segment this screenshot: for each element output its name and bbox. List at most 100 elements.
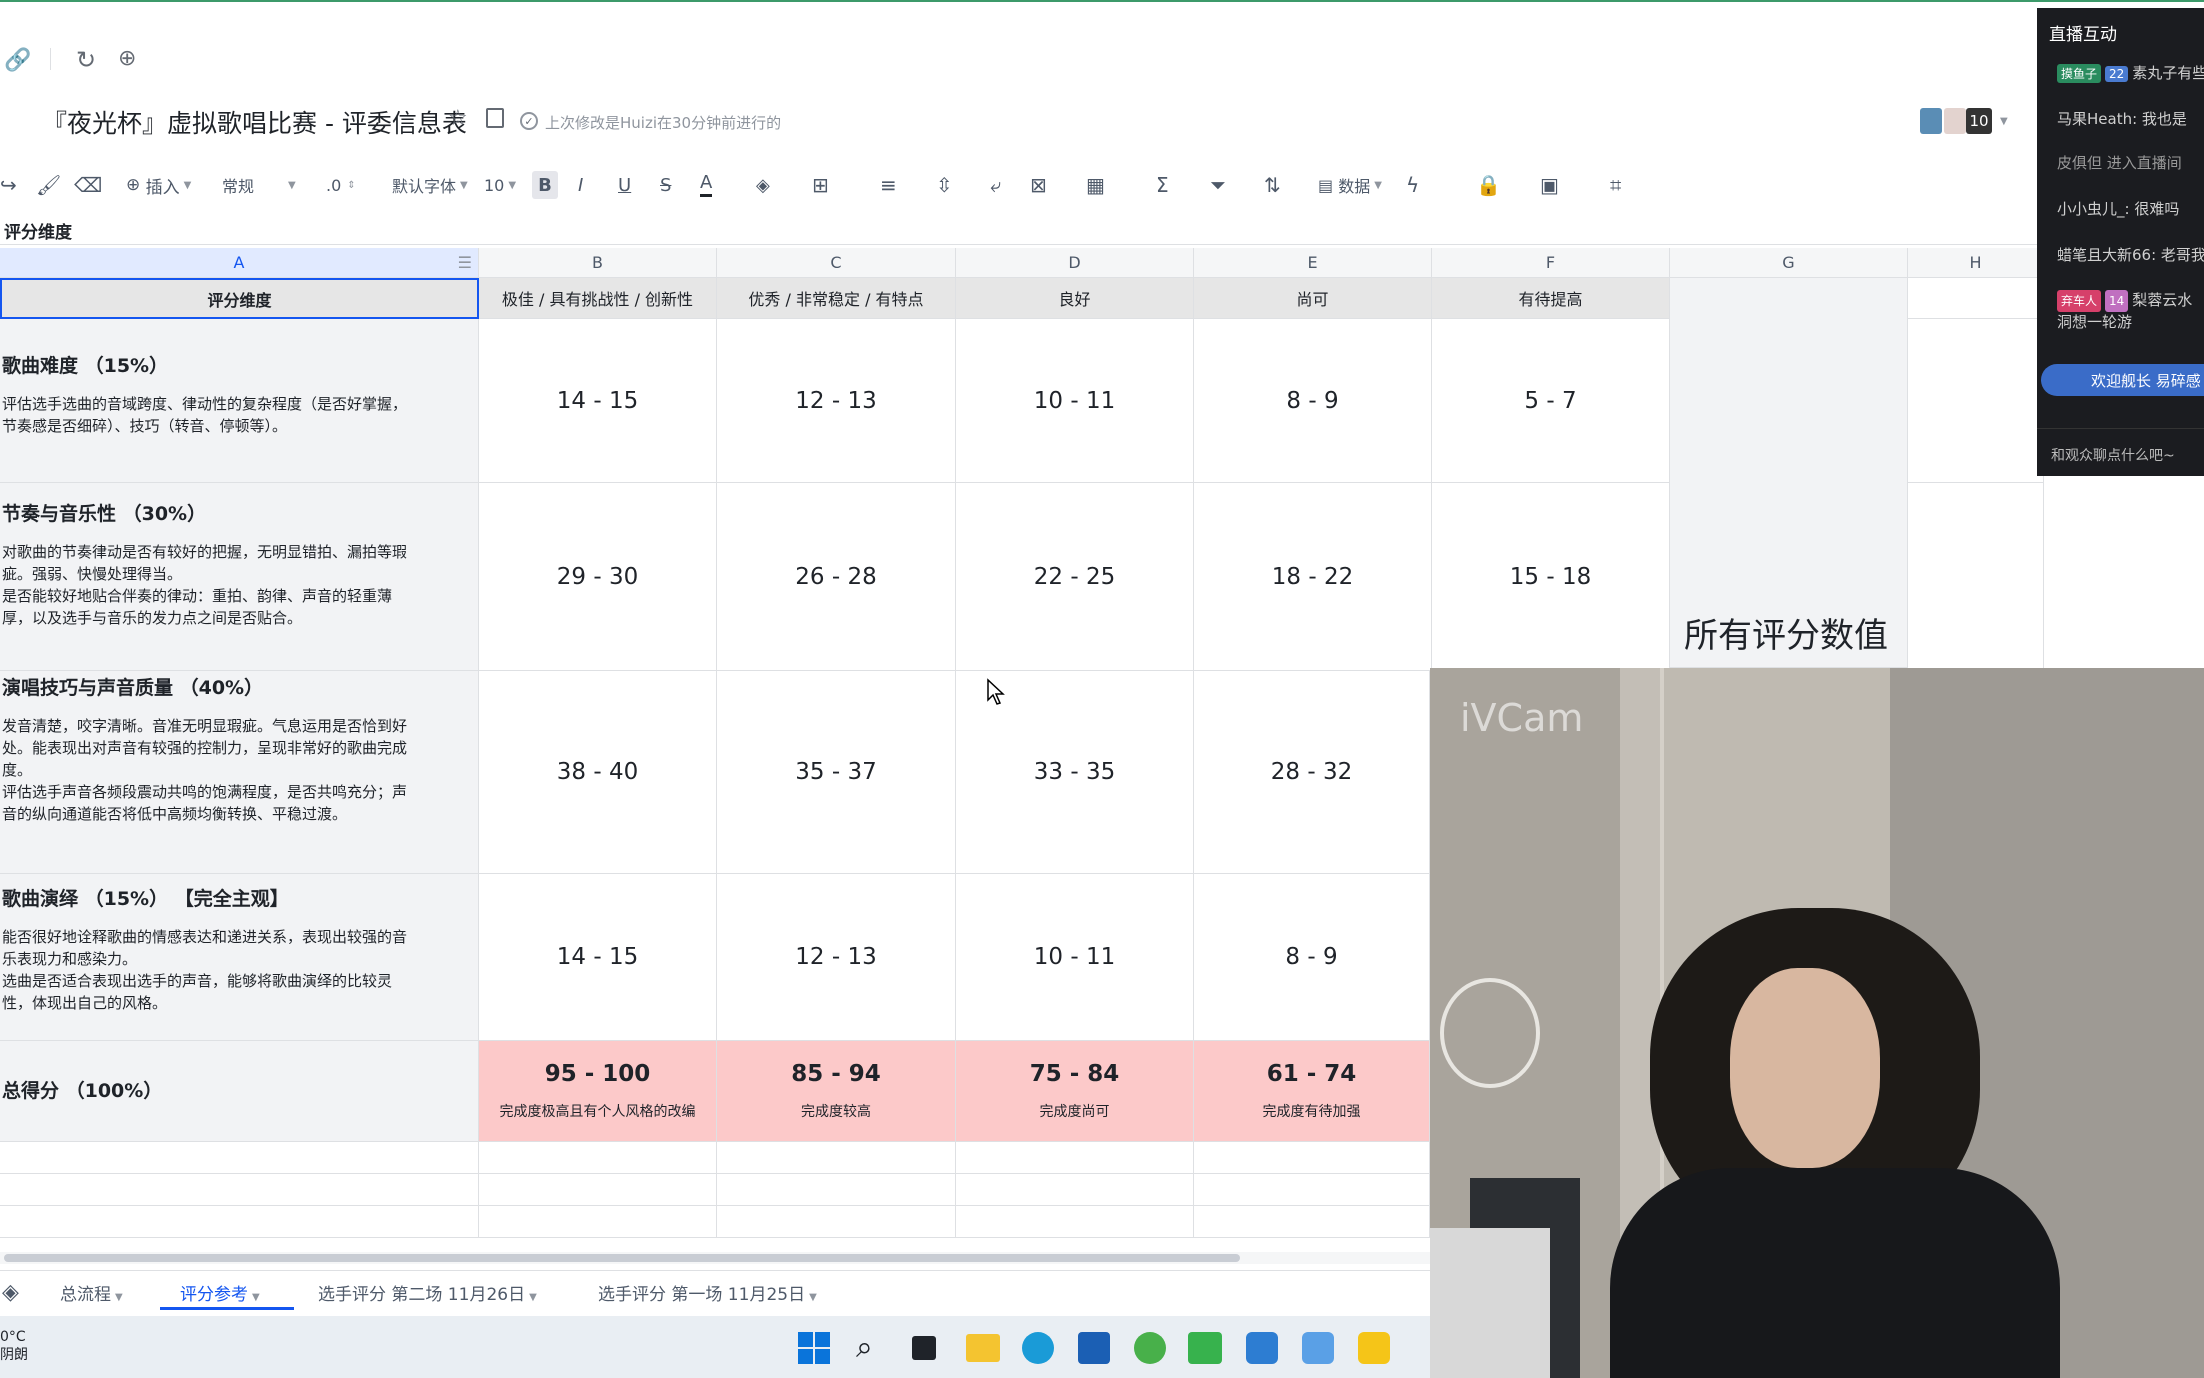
app-icon[interactable] [1246,1332,1278,1364]
score-cell[interactable]: 38 - 40 [479,671,717,874]
conditional-format-icon[interactable]: ▦ [1086,171,1105,199]
column-header-c[interactable]: C [717,248,956,278]
border-icon[interactable]: ⊞ [812,171,829,199]
empty-cell[interactable] [717,1142,956,1174]
sheet-tab-round-two[interactable]: 选手评分 第二场 11月26日 ▼ [318,1280,537,1305]
criteria-cell[interactable]: 歌曲难度 （15%） 评估选手选曲的音域跨度、律动性的复杂程度（是否好掌握， 节… [0,319,479,483]
font-family-select[interactable]: 默认字体 ▼ [392,171,468,199]
sheet-tab-scoring-reference[interactable]: 评分参考 ▼ [180,1280,260,1305]
task-view-icon[interactable] [912,1336,936,1360]
empty-cell[interactable] [0,1206,479,1238]
chat-input[interactable]: 和观众聊点什么吧~ [2037,428,2204,476]
align-icon[interactable]: ≡ [880,171,897,199]
settings-icon[interactable] [1302,1332,1334,1364]
column-header-b[interactable]: B [479,248,717,278]
total-cell[interactable]: 85 - 94 完成度较高 [717,1041,956,1142]
filter-icon[interactable]: ⏷ [1210,171,1226,199]
bookmark-icon[interactable] [486,108,504,128]
wrap-text-icon[interactable]: ⤶ [990,171,1001,199]
app-icon[interactable] [1134,1332,1166,1364]
total-criteria-cell[interactable]: 总得分 （100%） [0,1041,479,1142]
empty-cell[interactable] [1194,1142,1430,1174]
weather-widget[interactable]: 0°C 阴朗 [0,1328,28,1364]
column-header-g[interactable]: G [1670,248,1908,278]
empty-cell[interactable] [717,1174,956,1206]
empty-cell[interactable] [1194,1174,1430,1206]
empty-cell[interactable] [956,1174,1194,1206]
sheet-tab-round-one[interactable]: 选手评分 第一场 11月25日 ▼ [598,1280,817,1305]
link-icon[interactable]: 🔗 [4,48,31,73]
sum-icon[interactable]: Σ [1156,171,1169,199]
score-cell[interactable]: 12 - 13 [717,874,956,1041]
redo-icon[interactable]: ↪ [0,171,17,199]
score-cell[interactable]: 14 - 15 [479,874,717,1041]
score-cell[interactable]: 15 - 18 [1432,483,1670,671]
score-cell[interactable]: 8 - 9 [1194,319,1432,483]
score-cell[interactable]: 18 - 22 [1194,483,1432,671]
format-painter-icon[interactable]: 🖌 [36,171,61,199]
avatar[interactable] [1944,108,1966,134]
document-title[interactable]: 『夜光杯』虚拟歌唱比赛 - 评委信息表 [42,104,467,140]
header-cell-fair[interactable]: 尚可 [1194,278,1432,319]
sort-icon[interactable]: ⇅ [1264,171,1281,199]
store-icon[interactable] [1078,1332,1110,1364]
horizontal-scrollbar-thumb[interactable] [4,1254,1240,1262]
empty-cell[interactable] [479,1174,717,1206]
italic-button[interactable]: I [578,171,583,199]
merge-cells-icon[interactable]: ⊠ [1030,171,1047,199]
empty-cell[interactable] [479,1206,717,1238]
total-cell[interactable]: 75 - 84 完成度尚可 [956,1041,1194,1142]
sheet-list-icon[interactable]: ◈ [2,1280,19,1305]
globe-icon[interactable]: ⊕ [118,46,136,71]
formula-bar-content[interactable]: 评分维度 [4,218,72,243]
empty-cell[interactable] [0,1174,479,1206]
vertical-align-icon[interactable]: ⇳ [936,171,953,199]
text-color-button[interactable]: A [700,171,713,197]
edge-browser-icon[interactable] [1022,1332,1054,1364]
empty-cell[interactable] [1908,319,2044,483]
column-header-d[interactable]: D [956,248,1194,278]
star-icon[interactable]: ☆ [448,106,468,131]
app-icon[interactable] [1358,1332,1390,1364]
score-cell[interactable]: 29 - 30 [479,483,717,671]
score-cell[interactable]: 26 - 28 [717,483,956,671]
empty-cell[interactable] [717,1206,956,1238]
print-icon[interactable]: ▣ [1540,171,1559,199]
font-size-select[interactable]: 10 ▼ [484,171,516,199]
decimal-stepper[interactable]: .0 ⇕ [326,171,356,199]
header-cell-good[interactable]: 良好 [956,278,1194,319]
fill-color-icon[interactable]: ◈ [756,171,770,199]
criteria-cell[interactable]: 演唱技巧与声音质量 （40%） 发音清楚，咬字清晰。音准无明显瑕疵。气息运用是否… [0,671,479,874]
criteria-cell[interactable]: 歌曲演绎 （15%） 【完全主观】 能否很好地诠释歌曲的情感表达和递进关系，表现… [0,874,479,1041]
column-header-e[interactable]: E [1194,248,1432,278]
score-cell[interactable]: 28 - 32 [1194,671,1430,874]
empty-cell[interactable] [1908,483,2044,671]
chevron-down-icon[interactable]: ▼ [2000,116,2008,127]
insert-button[interactable]: ⊕ 插入 ▼ [126,171,191,199]
underline-button[interactable]: U [618,171,631,199]
lock-icon[interactable]: 🔒 [1476,171,1501,199]
bold-button[interactable]: B [532,171,558,199]
cdpr-icon[interactable] [1188,1332,1222,1364]
file-explorer-icon[interactable] [966,1334,1000,1362]
empty-cell[interactable] [1908,278,2044,319]
score-cell[interactable]: 8 - 9 [1194,874,1430,1041]
column-header-h[interactable]: H [1908,248,2044,278]
extensions-icon[interactable]: ⌗ [1610,171,1621,199]
data-menu-button[interactable]: ▤ 数据 ▼ [1318,171,1382,199]
empty-cell[interactable] [1194,1206,1430,1238]
score-cell[interactable]: 5 - 7 [1432,319,1670,483]
column-header-a[interactable]: A ☰ [0,248,479,278]
number-format-select[interactable]: 常规 ▼ [222,171,306,199]
horizontal-scrollbar-track[interactable] [0,1252,1430,1264]
empty-cell[interactable] [0,1142,479,1174]
collaborator-count[interactable]: 10 [1966,108,1992,134]
search-icon[interactable]: ⌕ [856,1330,873,1365]
score-cell[interactable]: 14 - 15 [479,319,717,483]
windows-start-icon[interactable] [798,1332,830,1364]
merged-cell-g[interactable]: 所有评分数值 [1670,278,1908,668]
criteria-cell[interactable]: 节奏与音乐性 （30%） 对歌曲的节奏律动是否有较好的把握，无明显错拍、漏拍等瑕… [0,483,479,671]
eraser-icon[interactable]: ⌫ [74,171,102,199]
score-cell[interactable]: 22 - 25 [956,483,1194,671]
lightning-icon[interactable]: ϟ [1406,171,1419,199]
